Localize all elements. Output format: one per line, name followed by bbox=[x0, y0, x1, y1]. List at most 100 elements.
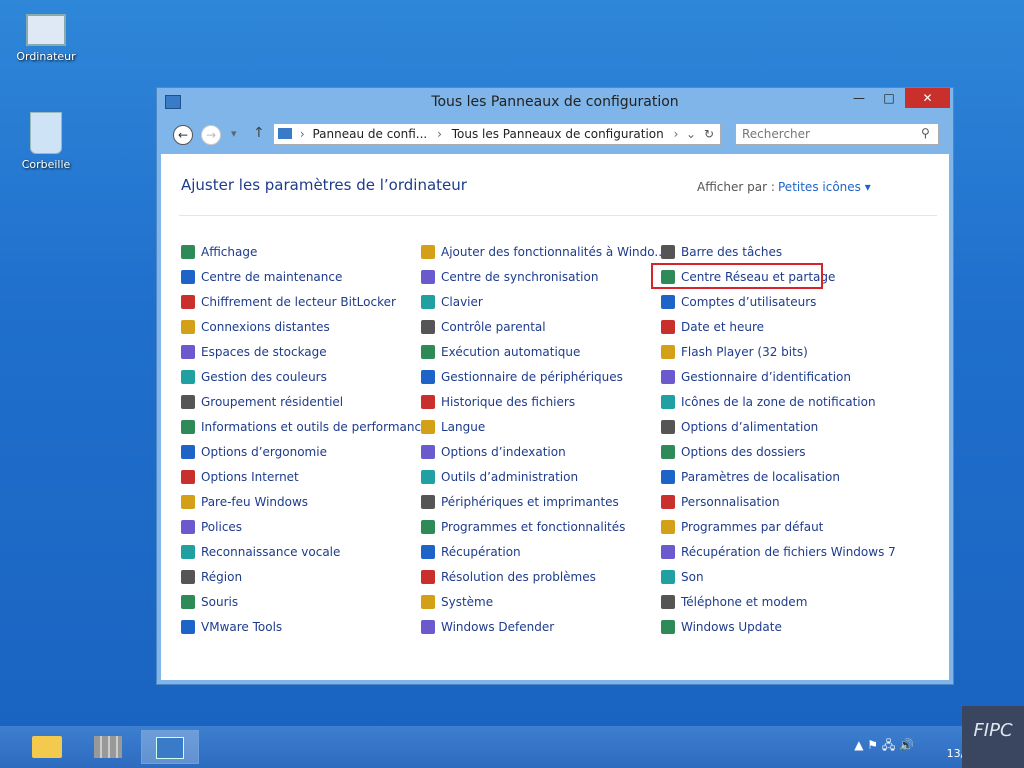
taskbar-firewall-button[interactable] bbox=[79, 730, 137, 764]
item-label: Centre de maintenance bbox=[201, 270, 343, 284]
control-panel-item[interactable]: Gestion des couleurs bbox=[181, 368, 327, 386]
control-panel-item[interactable]: Icônes de la zone de notification bbox=[661, 393, 876, 411]
desktop-icon-label: Corbeille bbox=[21, 158, 71, 171]
up-button[interactable]: ↑ bbox=[253, 125, 265, 141]
item-label: Affichage bbox=[201, 245, 258, 259]
page-title: Ajuster les paramètres de l’ordinateur bbox=[181, 176, 467, 194]
viewby-dropdown[interactable]: Petites icônes ▾ bbox=[778, 180, 871, 194]
item-label: Options Internet bbox=[201, 470, 299, 484]
desktop-icon-label: Ordinateur bbox=[16, 50, 76, 63]
control-panel-icon bbox=[156, 737, 184, 759]
item-icon bbox=[421, 295, 435, 309]
control-panel-item[interactable]: Windows Defender bbox=[421, 618, 554, 636]
control-panel-item[interactable]: Programmes et fonctionnalités bbox=[421, 518, 625, 536]
control-panel-item[interactable]: Région bbox=[181, 568, 242, 586]
control-panel-item[interactable]: Informations et outils de performance bbox=[181, 418, 428, 436]
control-panel-item[interactable]: Chiffrement de lecteur BitLocker bbox=[181, 293, 396, 311]
taskbar: ▲ ⚑ 🖧 🔊 17:03 13/06/2013 bbox=[0, 726, 1024, 768]
control-panel-item[interactable]: Polices bbox=[181, 518, 242, 536]
breadcrumb-item[interactable]: Tous les Panneaux de configuration bbox=[452, 127, 664, 141]
forward-button[interactable]: → bbox=[201, 125, 221, 145]
breadcrumb-sep[interactable]: › bbox=[674, 127, 679, 141]
control-panel-item[interactable]: Téléphone et modem bbox=[661, 593, 807, 611]
control-panel-item[interactable]: Barre des tâches bbox=[661, 243, 782, 261]
control-panel-item[interactable]: Options Internet bbox=[181, 468, 299, 486]
control-panel-item[interactable]: Exécution automatique bbox=[421, 343, 580, 361]
control-panel-window: Tous les Panneaux de configuration — □ ✕… bbox=[156, 87, 954, 685]
item-icon bbox=[661, 545, 675, 559]
item-icon bbox=[421, 570, 435, 584]
control-panel-item[interactable]: Windows Update bbox=[661, 618, 782, 636]
control-panel-item[interactable]: Reconnaissance vocale bbox=[181, 543, 340, 561]
control-panel-item[interactable]: Gestionnaire de périphériques bbox=[421, 368, 623, 386]
item-icon bbox=[181, 470, 195, 484]
desktop-icon-ordinateur[interactable]: Ordinateur bbox=[11, 10, 81, 63]
control-panel-item[interactable]: Historique des fichiers bbox=[421, 393, 575, 411]
control-panel-item[interactable]: Récupération bbox=[421, 543, 521, 561]
control-panel-item[interactable]: Clavier bbox=[421, 293, 483, 311]
address-bar: ← → ▾ ↑ › Panneau de confi... › Tous les… bbox=[161, 118, 949, 152]
control-panel-item[interactable]: Outils d’administration bbox=[421, 468, 578, 486]
item-label: Paramètres de localisation bbox=[681, 470, 840, 484]
item-icon bbox=[181, 445, 195, 459]
item-label: Comptes d’utilisateurs bbox=[681, 295, 817, 309]
maximize-button[interactable]: □ bbox=[875, 88, 903, 108]
control-panel-item[interactable]: Contrôle parental bbox=[421, 318, 546, 336]
control-panel-item[interactable]: Paramètres de localisation bbox=[661, 468, 840, 486]
control-panel-item[interactable]: Résolution des problèmes bbox=[421, 568, 596, 586]
breadcrumb-sep[interactable]: › bbox=[437, 127, 442, 141]
control-panel-item[interactable]: Personnalisation bbox=[661, 493, 780, 511]
control-panel-item[interactable]: Connexions distantes bbox=[181, 318, 330, 336]
control-panel-item[interactable]: Options d’indexation bbox=[421, 443, 566, 461]
control-panel-item[interactable]: Espaces de stockage bbox=[181, 343, 327, 361]
search-icon[interactable]: ⚲ bbox=[921, 126, 930, 140]
control-panel-item[interactable]: Souris bbox=[181, 593, 238, 611]
control-panel-item[interactable]: Date et heure bbox=[661, 318, 764, 336]
item-label: Options d’alimentation bbox=[681, 420, 819, 434]
back-button[interactable]: ← bbox=[173, 125, 193, 145]
control-panel-item[interactable]: Options des dossiers bbox=[661, 443, 806, 461]
item-label: Langue bbox=[441, 420, 486, 434]
control-panel-item[interactable]: Pare-feu Windows bbox=[181, 493, 308, 511]
control-panel-item[interactable]: Gestionnaire d’identification bbox=[661, 368, 851, 386]
item-icon bbox=[181, 295, 195, 309]
recent-dropdown[interactable]: ▾ bbox=[231, 127, 237, 140]
control-panel-item[interactable]: Flash Player (32 bits) bbox=[661, 343, 808, 361]
item-label: Contrôle parental bbox=[441, 320, 546, 334]
title-bar[interactable]: Tous les Panneaux de configuration — □ ✕ bbox=[157, 88, 953, 116]
system-tray[interactable]: ▲ ⚑ 🖧 🔊 bbox=[854, 736, 914, 757]
item-icon bbox=[421, 345, 435, 359]
control-panel-item[interactable]: Langue bbox=[421, 418, 485, 436]
desktop-icon-corbeille[interactable]: Corbeille bbox=[11, 112, 81, 171]
search-input[interactable]: Rechercher bbox=[735, 123, 939, 145]
refresh-button[interactable]: ↻ bbox=[704, 124, 714, 144]
control-panel-item[interactable]: Centre de synchronisation bbox=[421, 268, 598, 286]
control-panel-item[interactable]: Récupération de fichiers Windows 7 bbox=[661, 543, 896, 561]
control-panel-item[interactable]: Système bbox=[421, 593, 493, 611]
control-panel-item[interactable]: Programmes par défaut bbox=[661, 518, 823, 536]
path-field[interactable]: › Panneau de confi... › Tous les Panneau… bbox=[273, 123, 721, 145]
item-label: Périphériques et imprimantes bbox=[441, 495, 619, 509]
item-icon bbox=[181, 245, 195, 259]
taskbar-explorer-button[interactable] bbox=[18, 730, 76, 764]
control-panel-item[interactable]: Comptes d’utilisateurs bbox=[661, 293, 816, 311]
taskbar-control-panel-button[interactable] bbox=[141, 730, 199, 764]
window-title: Tous les Panneaux de configuration bbox=[431, 94, 679, 110]
breadcrumb-item[interactable]: Panneau de confi... bbox=[312, 127, 427, 141]
control-panel-item[interactable]: Ajouter des fonctionnalités à Windo... bbox=[421, 243, 666, 261]
item-label: Espaces de stockage bbox=[201, 345, 327, 359]
firewall-icon bbox=[94, 736, 122, 758]
control-panel-item[interactable]: Options d’ergonomie bbox=[181, 443, 327, 461]
control-panel-item[interactable]: Affichage bbox=[181, 243, 257, 261]
control-panel-item[interactable]: Groupement résidentiel bbox=[181, 393, 343, 411]
control-panel-item[interactable]: Son bbox=[661, 568, 704, 586]
item-label: Reconnaissance vocale bbox=[201, 545, 341, 559]
control-panel-item[interactable]: Centre de maintenance bbox=[181, 268, 342, 286]
control-panel-item[interactable]: VMware Tools bbox=[181, 618, 282, 636]
computer-icon bbox=[26, 14, 66, 46]
minimize-button[interactable]: — bbox=[845, 88, 873, 108]
control-panel-item[interactable]: Options d’alimentation bbox=[661, 418, 818, 436]
close-button[interactable]: ✕ bbox=[905, 88, 950, 108]
history-dropdown[interactable]: ⌄ bbox=[686, 124, 696, 144]
control-panel-item[interactable]: Périphériques et imprimantes bbox=[421, 493, 619, 511]
